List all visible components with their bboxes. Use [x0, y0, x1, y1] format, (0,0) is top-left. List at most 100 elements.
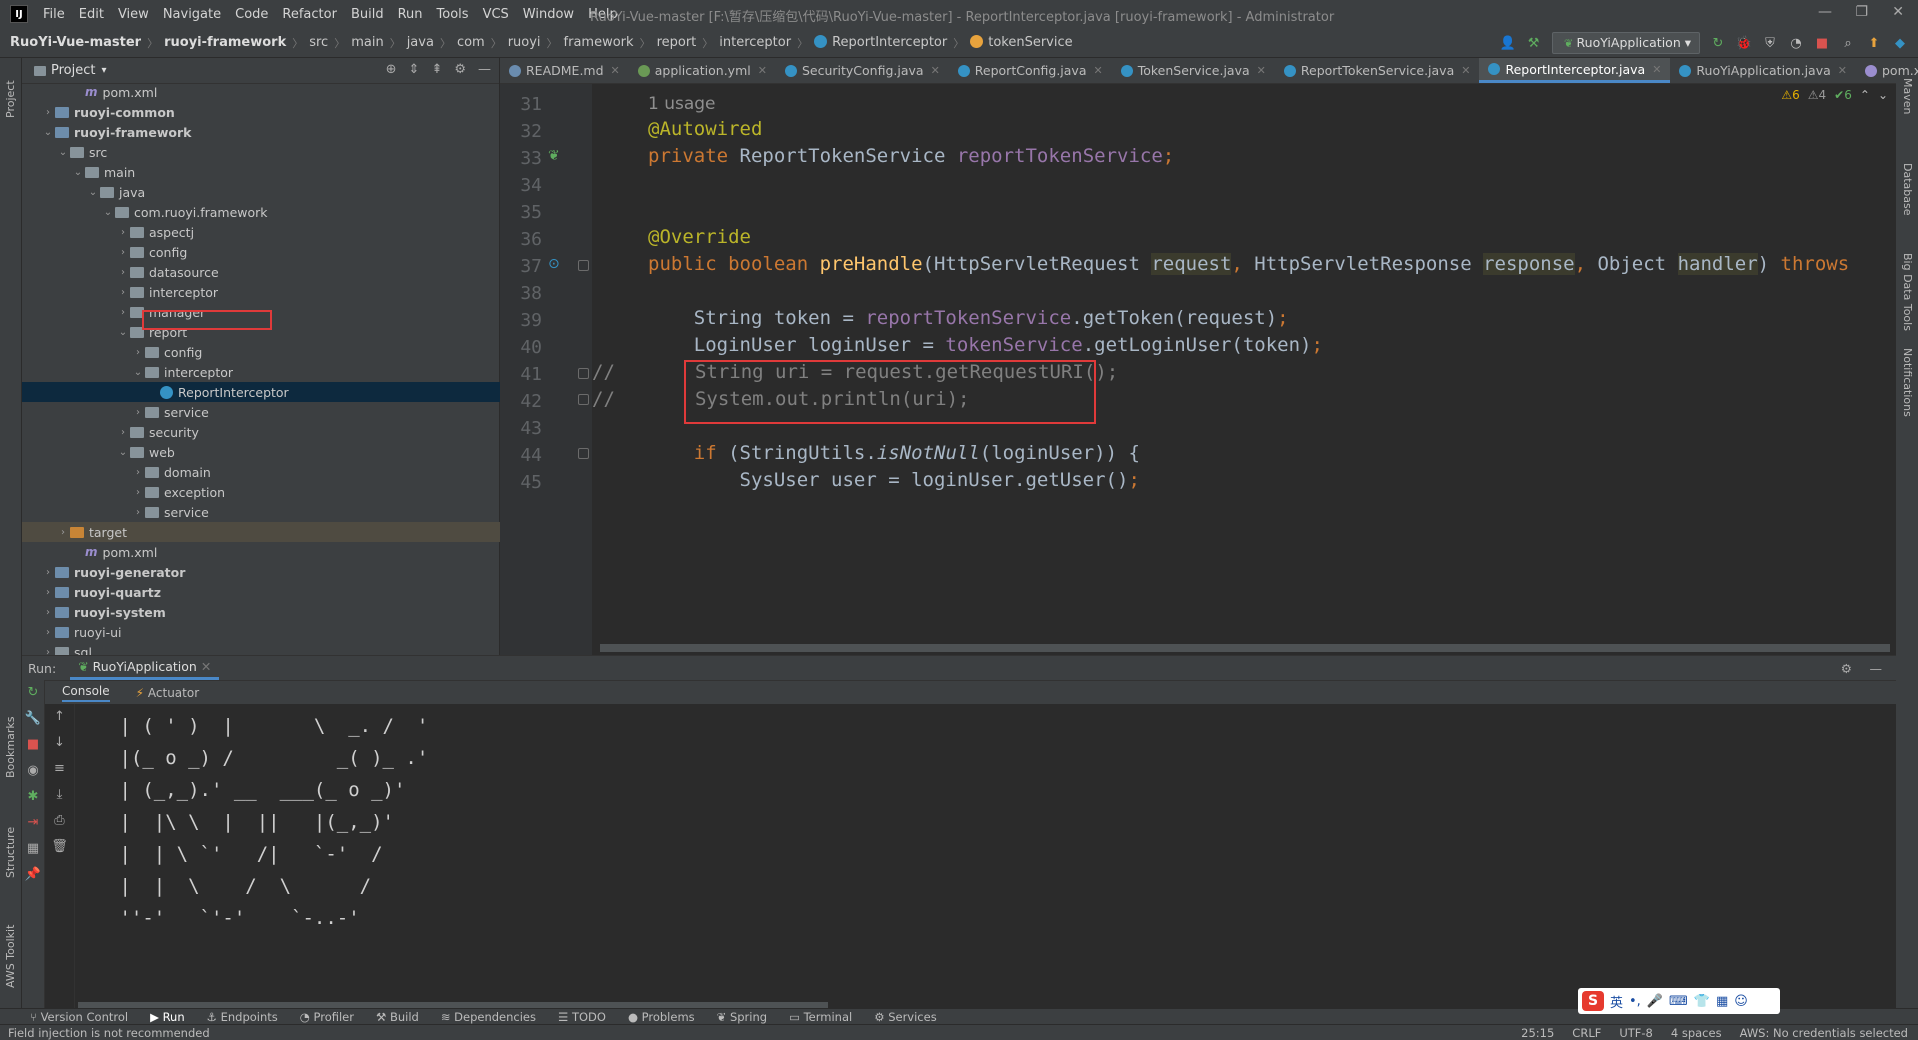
project-tool-label[interactable]: Project: [4, 80, 17, 118]
wrench-icon[interactable]: 🔧: [22, 706, 44, 732]
menu-edit[interactable]: Edit: [72, 7, 111, 22]
tree-item[interactable]: › ruoyi-common: [22, 102, 500, 122]
close-icon[interactable]: ✕: [1652, 63, 1661, 76]
chevron-right-icon[interactable]: ›: [131, 347, 145, 358]
editor-tab[interactable]: application.yml ✕: [629, 58, 776, 83]
microphone-icon[interactable]: 🎤: [1647, 994, 1663, 1009]
breadcrumb-item[interactable]: tokenService: [970, 35, 1073, 50]
tool-window-endpoints[interactable]: ⚓ Endpoints: [207, 1010, 278, 1024]
keyboard-icon[interactable]: ⌨: [1669, 994, 1688, 1009]
implements-gutter-icon[interactable]: ⊙: [548, 256, 560, 272]
tree-item[interactable]: ⌄ web: [22, 442, 500, 462]
aws-credentials[interactable]: AWS: No credentials selected: [1740, 1026, 1908, 1040]
editor-horizontal-scrollbar[interactable]: [600, 644, 1890, 652]
usage-hint[interactable]: 1 usage: [648, 94, 716, 114]
bookmarks-tool-label[interactable]: Bookmarks: [4, 717, 17, 778]
tool-window-services[interactable]: ⚙ Services: [874, 1010, 936, 1024]
debug-icon[interactable]: ✱: [22, 784, 44, 810]
tree-item[interactable]: › ruoyi-quartz: [22, 582, 500, 602]
toolbox-icon[interactable]: ▦: [1716, 994, 1728, 1009]
tool-window-problems[interactable]: ● Problems: [628, 1010, 695, 1024]
run-config-select[interactable]: ❦ RuoYiApplication ▾: [1551, 31, 1700, 55]
rerun-icon[interactable]: ↻: [1710, 35, 1726, 51]
project-panel-title[interactable]: Project: [51, 63, 95, 78]
chevron-down-icon[interactable]: ⌄: [116, 327, 130, 338]
actuator-tab[interactable]: ⚡ Actuator: [136, 686, 200, 700]
breadcrumb-item[interactable]: framework: [564, 35, 634, 50]
breadcrumb-item[interactable]: report: [657, 35, 697, 50]
chevron-right-icon[interactable]: ›: [41, 107, 55, 118]
gear-icon[interactable]: ⚙: [454, 62, 466, 77]
notifications-tool-label[interactable]: Notifications: [1901, 348, 1914, 417]
exit-icon[interactable]: ⇥: [22, 810, 44, 836]
breadcrumb-item[interactable]: java: [407, 35, 434, 50]
tree-item[interactable]: › ruoyi-ui: [22, 622, 500, 642]
chevron-down-icon[interactable]: ⌄: [1878, 88, 1888, 102]
editor-tab[interactable]: ReportInterceptor.java ✕: [1479, 58, 1671, 83]
close-icon[interactable]: ✕: [1094, 64, 1103, 77]
chevron-down-icon[interactable]: ⌄: [101, 207, 115, 218]
menu-file[interactable]: File: [36, 7, 72, 22]
minimize-icon[interactable]: —: [1818, 4, 1832, 20]
stop-icon[interactable]: ■: [1814, 35, 1830, 51]
editor-tab[interactable]: TokenService.java ✕: [1112, 58, 1275, 83]
plugin-icon[interactable]: ◆: [1892, 35, 1908, 51]
fold-marker[interactable]: [578, 368, 589, 379]
chevron-right-icon[interactable]: ›: [41, 627, 55, 638]
chevron-right-icon[interactable]: ›: [131, 407, 145, 418]
editor-tab[interactable]: ReportTokenService.java ✕: [1275, 58, 1480, 83]
console-output[interactable]: | ( ' ) | \ _. / ' |(_ o _) / _( )_ .' |…: [108, 710, 428, 934]
editor-tab[interactable]: SecurityConfig.java ✕: [776, 58, 949, 83]
chevron-right-icon[interactable]: ›: [116, 427, 130, 438]
chevron-right-icon[interactable]: ›: [41, 587, 55, 598]
hide-icon[interactable]: —: [1870, 661, 1883, 676]
camera-icon[interactable]: ◉: [22, 758, 44, 784]
menu-code[interactable]: Code: [228, 7, 275, 22]
indent-setting[interactable]: 4 spaces: [1671, 1026, 1722, 1040]
close-icon[interactable]: ✕: [1461, 64, 1470, 77]
expand-all-icon[interactable]: ⇕: [409, 62, 420, 77]
inspection-widget[interactable]: ⚠6 ⚠4 ✔6 ⌃ ⌄: [1781, 88, 1888, 102]
close-icon[interactable]: ✕: [1838, 64, 1847, 77]
file-encoding[interactable]: UTF-8: [1619, 1026, 1653, 1040]
aws-toolkit-tool-label[interactable]: AWS Toolkit: [4, 925, 17, 988]
collapse-all-icon[interactable]: ⇞: [431, 62, 442, 77]
chevron-right-icon[interactable]: ›: [131, 507, 145, 518]
tree-item[interactable]: › security: [22, 422, 500, 442]
menu-vcs[interactable]: VCS: [476, 7, 516, 22]
tool-window-profiler[interactable]: ◔ Profiler: [300, 1010, 354, 1024]
breadcrumb-item[interactable]: src: [309, 35, 328, 50]
menu-view[interactable]: View: [111, 7, 156, 22]
fold-marker[interactable]: [578, 448, 589, 459]
tree-item[interactable]: › aspectj: [22, 222, 500, 242]
chevron-down-icon[interactable]: ⌄: [86, 187, 100, 198]
debug-icon[interactable]: 🐞: [1736, 35, 1752, 51]
update-icon[interactable]: ⬆: [1866, 35, 1882, 51]
layout-icon[interactable]: ▦: [22, 836, 44, 862]
punctuation-icon[interactable]: •,: [1629, 994, 1641, 1009]
tool-window-version-control[interactable]: ⑂ Version Control: [30, 1010, 128, 1024]
chevron-right-icon[interactable]: ›: [131, 487, 145, 498]
trash-icon[interactable]: 🗑: [45, 834, 74, 860]
scroll-to-end-icon[interactable]: ⤓: [45, 782, 74, 808]
tree-item[interactable]: m pom.xml: [22, 82, 500, 102]
tree-item[interactable]: › exception: [22, 482, 500, 502]
smile-icon[interactable]: ☺: [1734, 994, 1748, 1009]
breadcrumb-item[interactable]: ruoyi-framework: [164, 35, 286, 50]
chevron-right-icon[interactable]: ›: [116, 287, 130, 298]
editor-tab[interactable]: pom.xi✕: [1856, 58, 1918, 83]
line-separator[interactable]: CRLF: [1572, 1026, 1601, 1040]
skin-icon[interactable]: 👕: [1694, 994, 1710, 1009]
tree-item[interactable]: › config: [22, 342, 500, 362]
chevron-right-icon[interactable]: ›: [41, 567, 55, 578]
menu-window[interactable]: Window: [516, 7, 581, 22]
chevron-down-icon[interactable]: ⌄: [131, 367, 145, 378]
run-tab[interactable]: ❦ RuoYiApplication ✕: [70, 656, 220, 680]
close-icon[interactable]: ✕: [1257, 64, 1266, 77]
tree-item[interactable]: › service: [22, 402, 500, 422]
arrow-up-icon[interactable]: ↑: [45, 704, 74, 730]
chevron-right-icon[interactable]: ›: [116, 307, 130, 318]
tree-item[interactable]: m pom.xml: [22, 542, 500, 562]
user-icon[interactable]: 👤: [1499, 35, 1515, 51]
tree-item[interactable]: ReportInterceptor: [22, 382, 500, 402]
